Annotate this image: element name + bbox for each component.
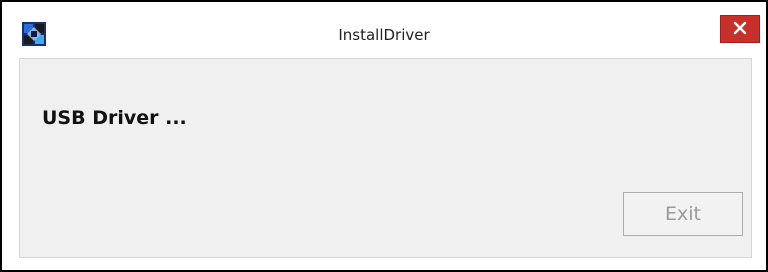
- window-title: InstallDriver: [338, 26, 430, 44]
- installdriver-window: InstallDriver USB Driver ... Exit: [0, 0, 768, 272]
- exit-button[interactable]: Exit: [623, 192, 743, 236]
- title-bar[interactable]: InstallDriver: [2, 2, 766, 52]
- dialog-content: USB Driver ... Exit: [19, 58, 752, 258]
- close-button[interactable]: [720, 15, 760, 43]
- status-message: USB Driver ...: [42, 107, 187, 129]
- close-icon: [733, 20, 747, 39]
